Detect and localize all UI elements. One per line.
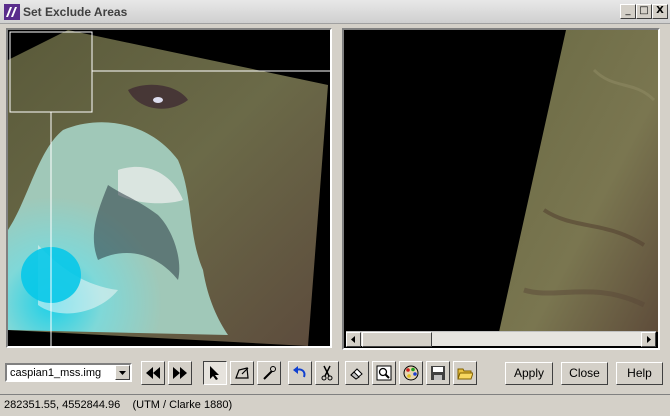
fast-forward-icon xyxy=(173,367,187,379)
apply-button[interactable]: Apply xyxy=(505,362,553,385)
select-tool-button[interactable] xyxy=(203,361,227,385)
palette-icon xyxy=(403,365,419,381)
color-palette-button[interactable] xyxy=(399,361,423,385)
overview-image-pane[interactable] xyxy=(6,28,332,348)
set-exclude-areas-window: Set Exclude Areas _ □ X caspian1_mss.img… xyxy=(0,0,670,416)
arrow-left-icon xyxy=(351,336,355,343)
magic-wand-icon xyxy=(263,366,276,380)
magic-wand-button[interactable] xyxy=(257,361,281,385)
scroll-right-button[interactable] xyxy=(641,332,656,347)
title-bar: Set Exclude Areas _ □ X xyxy=(0,0,670,24)
next-image-button[interactable] xyxy=(168,361,192,385)
arrow-right-icon xyxy=(647,336,651,343)
open-button[interactable] xyxy=(453,361,477,385)
projection-readout: (UTM / Clarke 1880) xyxy=(132,399,233,411)
coordinates-readout: 282351.55, 4552844.96 xyxy=(4,399,121,411)
close-button[interactable]: Close xyxy=(561,362,608,385)
status-readout: 282351.55, 4552844.96 (UTM / Clarke 1880… xyxy=(4,399,232,411)
chevron-down-icon xyxy=(119,371,126,375)
scrollbar-thumb[interactable] xyxy=(362,332,432,347)
undo-icon xyxy=(293,366,306,378)
erase-icon xyxy=(350,368,363,380)
window-title: Set Exclude Areas xyxy=(23,5,128,19)
polygon-icon xyxy=(235,367,249,379)
scroll-left-button[interactable] xyxy=(346,332,361,347)
open-folder-icon xyxy=(457,368,473,380)
zoom-icon xyxy=(376,365,392,381)
app-icon xyxy=(4,4,20,20)
close-window-button[interactable]: X xyxy=(652,4,668,19)
detail-image-pane[interactable] xyxy=(342,28,660,350)
help-button[interactable]: Help xyxy=(616,362,663,385)
overview-satellite-image xyxy=(8,30,330,346)
status-bar: 282351.55, 4552844.96 (UTM / Clarke 1880… xyxy=(0,394,670,416)
detail-satellite-image xyxy=(344,30,658,332)
erase-button[interactable] xyxy=(345,361,369,385)
rewind-icon xyxy=(146,367,160,379)
close-icon: X xyxy=(656,5,664,16)
arrow-select-icon xyxy=(210,366,219,380)
maximize-icon: □ xyxy=(639,5,649,16)
save-button[interactable] xyxy=(426,361,450,385)
image-select-value: caspian1_mss.img xyxy=(10,367,102,379)
previous-image-button[interactable] xyxy=(141,361,165,385)
zoom-button[interactable] xyxy=(372,361,396,385)
polygon-tool-button[interactable] xyxy=(230,361,254,385)
cut-button[interactable] xyxy=(315,361,339,385)
image-select[interactable]: caspian1_mss.img xyxy=(5,363,132,382)
minimize-icon: _ xyxy=(625,5,631,16)
undo-button[interactable] xyxy=(288,361,312,385)
dropdown-button[interactable] xyxy=(115,365,130,380)
minimize-button[interactable]: _ xyxy=(620,4,636,19)
toolbar: caspian1_mss.img Apply Close Help xyxy=(0,356,670,390)
cut-icon xyxy=(321,365,333,381)
horizontal-scrollbar[interactable] xyxy=(346,331,656,347)
save-icon xyxy=(431,366,445,380)
maximize-button[interactable]: □ xyxy=(636,4,652,19)
